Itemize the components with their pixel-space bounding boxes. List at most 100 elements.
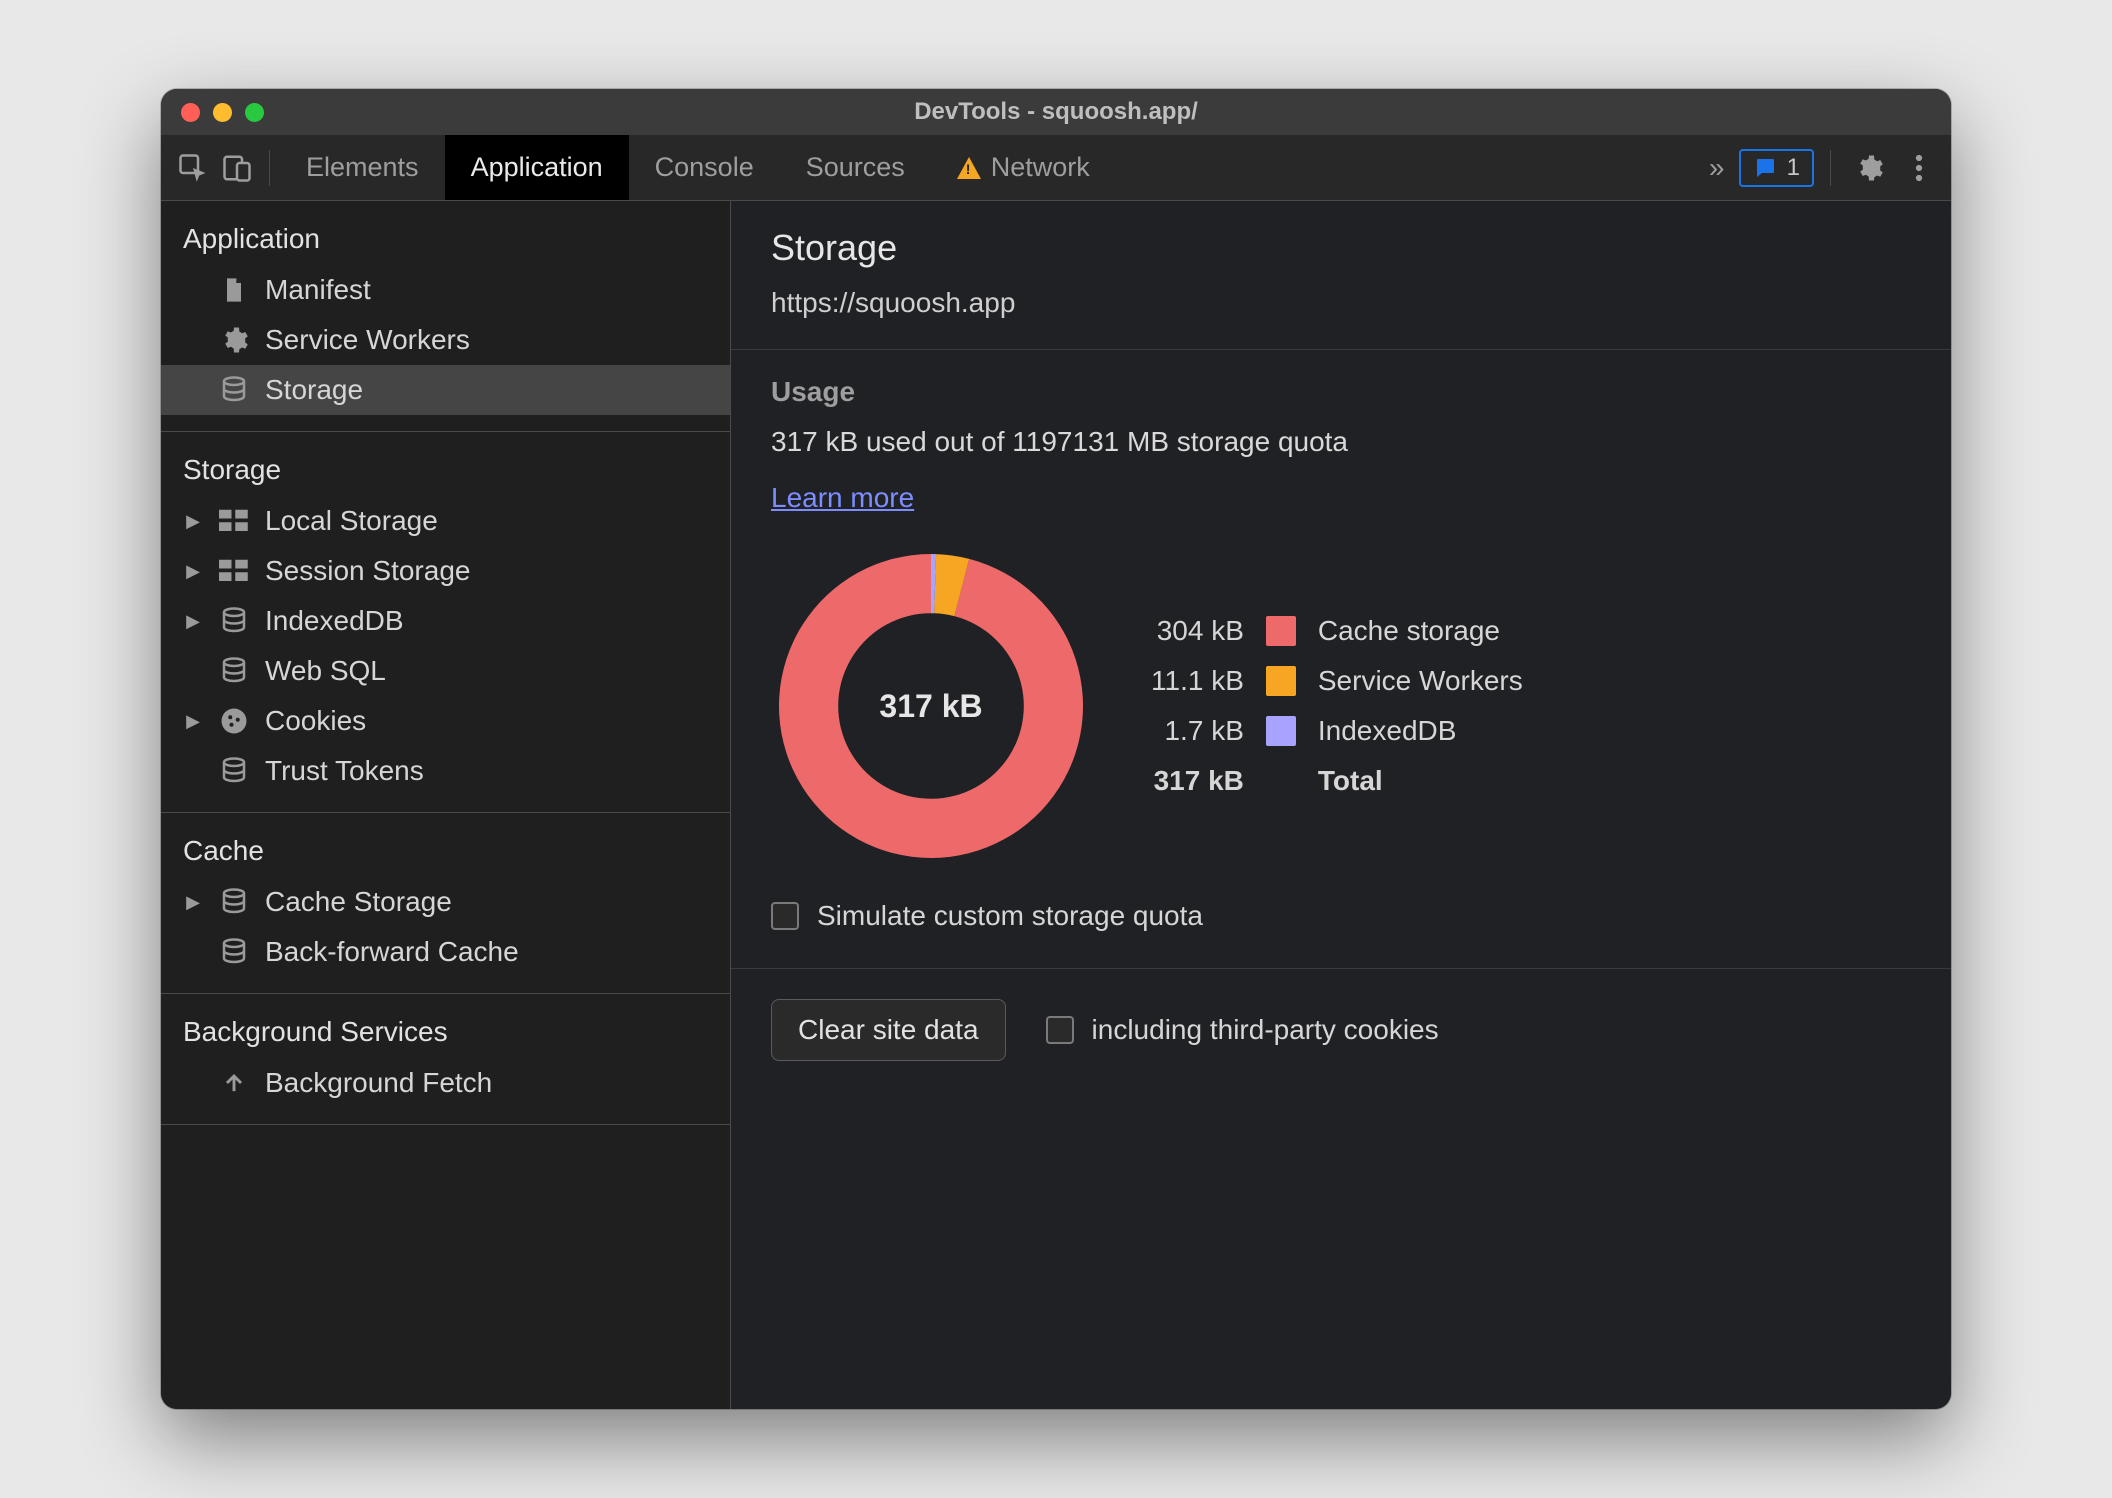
tabs: Elements Application Console Sources Network (280, 135, 1695, 200)
legend-label: Total (1318, 765, 1523, 797)
legend-value: 11.1 kB (1151, 665, 1244, 697)
window-zoom-button[interactable] (245, 103, 264, 122)
expand-arrow-icon: ▶ (183, 561, 203, 582)
main-panel: Storage https://squoosh.app Usage 317 kB… (731, 201, 1951, 1409)
toolbar: Elements Application Console Sources Network… (161, 135, 1951, 201)
sidebar-section: Cache▶Cache Storage Back-forward Cache (161, 813, 730, 994)
kebab-menu-icon[interactable] (1897, 146, 1941, 190)
file-icon (217, 273, 251, 307)
sidebar-item-label: Back-forward Cache (265, 936, 519, 968)
legend-value: 304 kB (1151, 615, 1244, 647)
window-title: DevTools - squoosh.app/ (161, 98, 1951, 126)
tab-application[interactable]: Application (445, 135, 629, 200)
grid-icon (217, 554, 251, 588)
gear-icon (217, 323, 251, 357)
third-party-checkbox[interactable] (1046, 1016, 1074, 1044)
sidebar-section: ApplicationManifestService WorkersStorag… (161, 201, 730, 432)
legend-label: Service Workers (1318, 665, 1523, 697)
sidebar-item-session-storage[interactable]: ▶ Session Storage (161, 546, 730, 596)
simulate-row: Simulate custom storage quota (771, 900, 1911, 932)
inspect-element-icon[interactable] (171, 146, 215, 190)
panel-origin: https://squoosh.app (771, 287, 1911, 319)
body: ApplicationManifestService WorkersStorag… (161, 201, 1951, 1409)
chat-icon (1753, 156, 1777, 180)
window-close-button[interactable] (181, 103, 200, 122)
legend-value: 317 kB (1151, 765, 1244, 797)
donut-center-label: 317 kB (771, 546, 1091, 866)
chart-row: 317 kB 304 kB Cache storage 11.1 kB Service… (771, 546, 1911, 866)
expand-arrow-icon: ▶ (183, 611, 203, 632)
panel-title: Storage (771, 227, 1911, 269)
simulate-quota-checkbox[interactable] (771, 902, 799, 930)
tab-label: Application (471, 152, 603, 183)
sidebar-item-indexeddb[interactable]: ▶ IndexedDB (161, 596, 730, 646)
devtools-window: DevTools - squoosh.app/ Elements Applicat… (161, 89, 1951, 1409)
sidebar-item-local-storage[interactable]: ▶Local Storage (161, 496, 730, 546)
action-row: Clear site data including third-party co… (731, 969, 1951, 1101)
donut-chart: 317 kB (771, 546, 1091, 866)
legend-swatch (1266, 616, 1296, 646)
sidebar-item-label: Web SQL (265, 655, 386, 687)
warning-icon (957, 157, 981, 179)
sidebar-item-label: Storage (265, 374, 363, 406)
sidebar-heading: Cache (161, 827, 730, 877)
learn-more-link[interactable]: Learn more (771, 482, 914, 514)
tab-console[interactable]: Console (629, 135, 780, 200)
sidebar-item-label: Service Workers (265, 324, 470, 356)
db-icon (217, 935, 251, 969)
sidebar-item-cookies[interactable]: ▶ Cookies (161, 696, 730, 746)
sidebar-item-trust-tokens[interactable]: Trust Tokens (161, 746, 730, 796)
sidebar-item-back-forward-cache[interactable]: Back-forward Cache (161, 927, 730, 977)
tab-sources[interactable]: Sources (780, 135, 931, 200)
sidebar: ApplicationManifestService WorkersStorag… (161, 201, 731, 1409)
legend-label: Cache storage (1318, 615, 1523, 647)
sidebar-heading: Background Services (161, 1008, 730, 1058)
sidebar-heading: Storage (161, 446, 730, 496)
tab-label: Elements (306, 152, 419, 183)
legend-value: 1.7 kB (1151, 715, 1244, 747)
third-party-row: including third-party cookies (1046, 1014, 1439, 1046)
toolbar-separator (269, 150, 270, 186)
traffic-lights (181, 103, 264, 122)
sidebar-item-label: Cookies (265, 705, 366, 737)
toolbar-separator (1830, 150, 1831, 186)
settings-icon[interactable] (1847, 146, 1891, 190)
tab-network[interactable]: Network (931, 135, 1116, 200)
device-toggle-icon[interactable] (215, 146, 259, 190)
tab-label: Sources (806, 152, 905, 183)
tab-label: Network (991, 152, 1090, 183)
sidebar-section: Storage▶Local Storage▶Session Storage▶In… (161, 432, 730, 813)
sidebar-item-label: Local Storage (265, 505, 438, 537)
clear-site-data-button[interactable]: Clear site data (771, 999, 1006, 1061)
db-icon (217, 373, 251, 407)
sidebar-item-service-workers[interactable]: Service Workers (161, 315, 730, 365)
titlebar: DevTools - squoosh.app/ (161, 89, 1951, 135)
db-icon (217, 604, 251, 638)
issues-badge[interactable]: 1 (1739, 149, 1814, 187)
more-tabs-icon[interactable]: » (1695, 146, 1739, 190)
sidebar-item-label: Background Fetch (265, 1067, 492, 1099)
db-icon (217, 654, 251, 688)
sidebar-item-label: Trust Tokens (265, 755, 424, 787)
window-minimize-button[interactable] (213, 103, 232, 122)
cookie-icon (217, 704, 251, 738)
tab-label: Console (655, 152, 754, 183)
issues-count: 1 (1787, 154, 1800, 182)
panel-header: Storage https://squoosh.app (731, 201, 1951, 349)
third-party-label: including third-party cookies (1092, 1014, 1439, 1046)
sidebar-item-web-sql[interactable]: Web SQL (161, 646, 730, 696)
sidebar-item-label: IndexedDB (265, 605, 404, 637)
expand-arrow-icon: ▶ (183, 892, 203, 913)
sidebar-item-storage[interactable]: Storage (161, 365, 730, 415)
sidebar-item-label: Session Storage (265, 555, 470, 587)
db-icon (217, 885, 251, 919)
tab-elements[interactable]: Elements (280, 135, 445, 200)
expand-arrow-icon: ▶ (183, 711, 203, 732)
legend-swatch (1266, 666, 1296, 696)
grid-icon (217, 504, 251, 538)
legend-swatch (1266, 716, 1296, 746)
simulate-quota-label: Simulate custom storage quota (817, 900, 1203, 932)
sidebar-item-manifest[interactable]: Manifest (161, 265, 730, 315)
sidebar-item-background-fetch[interactable]: Background Fetch (161, 1058, 730, 1108)
sidebar-item-cache-storage[interactable]: ▶Cache Storage (161, 877, 730, 927)
